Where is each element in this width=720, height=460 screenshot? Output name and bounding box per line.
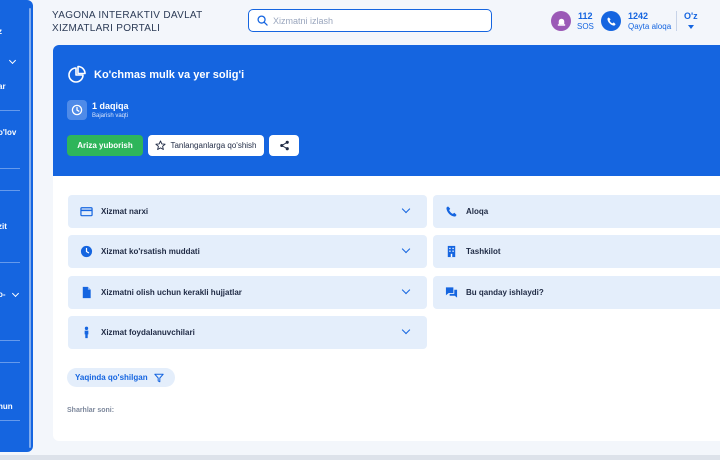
accordion-label: Xizmat narxi [101, 207, 149, 216]
sidebar-item-2[interactable]: ar [0, 82, 31, 91]
search-box[interactable] [248, 9, 492, 32]
accordion-label: Aloqa [466, 207, 489, 216]
chevron-down-icon[interactable] [401, 204, 411, 214]
person-icon [84, 326, 89, 339]
accordion-how-it-works[interactable]: Bu qanday ishlaydi? [433, 276, 720, 309]
star-icon [155, 140, 167, 150]
accordion-organization[interactable]: Tashkilot [433, 235, 720, 268]
credit-card-icon [80, 207, 93, 217]
accordion-contact[interactable]: Aloqa [433, 195, 720, 228]
chevron-down-icon[interactable] [401, 285, 411, 295]
sos-label: SOS [577, 22, 594, 31]
sidebar-item-6[interactable]: hun [0, 402, 31, 411]
chevron-down-icon[interactable] [401, 244, 411, 254]
portal-title-line1: YAGONA INTERAKTIV DAVLAT [52, 10, 203, 21]
header-divider [676, 11, 677, 31]
sidebar-divider [0, 110, 20, 111]
sidebar-divider [0, 420, 20, 421]
window-bottom-edge [0, 455, 720, 460]
accordion-service-users[interactable]: Xizmat foydalanuvchilari [68, 316, 427, 349]
siren-icon [557, 18, 565, 26]
sos-button[interactable] [551, 11, 571, 31]
accordion-label: Xizmat foydalanuvchilari [101, 328, 195, 337]
caret-down-icon[interactable] [688, 25, 694, 29]
phone-icon [446, 206, 457, 217]
accordion-label: Xizmatni olish uchun kerakli hujjatlar [101, 288, 242, 297]
chevron-down-icon[interactable] [8, 56, 17, 65]
accordion-service-duration[interactable]: Xizmat ko'rsatish muddati [68, 235, 427, 268]
pie-chart-icon [68, 65, 86, 83]
portal-title-line2: XIZMATLARI PORTALI [52, 23, 161, 34]
filter-icon [153, 373, 164, 382]
add-to-favorites-label: Tanlanganlarga qo'shish [170, 141, 257, 150]
sidebar-divider [0, 262, 20, 263]
sidebar-item-1[interactable]: z [0, 27, 31, 36]
accordion-required-documents[interactable]: Xizmatni olish uchun kerakli hujjatlar [68, 276, 427, 309]
chevron-down-icon[interactable] [401, 325, 411, 335]
search-icon [257, 15, 268, 26]
add-to-favorites-button[interactable]: Tanlanganlarga qo'shish [148, 135, 264, 156]
search-input[interactable] [273, 15, 473, 26]
share-icon [279, 140, 289, 151]
recently-added-filter[interactable]: Yaqinda qo'shilgan [67, 368, 175, 387]
chat-icon [445, 287, 458, 298]
sos-number[interactable]: 112 [578, 11, 593, 21]
filter-label: Yaqinda qo'shilgan [75, 373, 148, 382]
duration-badge [67, 100, 87, 120]
sidebar-divider [0, 362, 20, 363]
callback-label: Qayta aloqa [628, 22, 672, 31]
clock-icon [71, 104, 83, 116]
clock-icon [80, 245, 93, 258]
sidebar-divider [0, 340, 20, 341]
phone-icon [606, 16, 616, 26]
sidebar-item-4[interactable]: zit [0, 222, 31, 231]
language-selector[interactable]: O'z [684, 11, 698, 21]
accordion-label: Tashkilot [466, 247, 501, 256]
accordion-label: Xizmat ko'rsatish muddati [101, 247, 200, 256]
accordion-service-price[interactable]: Xizmat narxi [68, 195, 427, 228]
document-icon [82, 286, 91, 299]
sidebar-divider [0, 168, 20, 169]
sidebar-divider [0, 190, 20, 191]
service-title: Ko'chmas mulk va yer solig'i [94, 69, 245, 81]
building-icon [447, 245, 456, 258]
comments-count-label: Sharhlar soni: [67, 407, 115, 414]
duration-value: 1 daqiqa [92, 101, 129, 111]
portal-title[interactable]: YAGONA INTERAKTIV DAVLAT XIZMATLARI PORT… [52, 9, 203, 35]
service-banner: Ko'chmas mulk va yer solig'i 1 daqiqa Ba… [53, 45, 720, 176]
sidebar-scrollbar[interactable] [29, 8, 31, 448]
sidebar-item-3[interactable]: o'lov [0, 128, 31, 137]
sidebar: z ar o'lov zit o- hun [0, 0, 33, 452]
accordion-label: Bu qanday ishlaydi? [466, 288, 544, 297]
share-button[interactable] [269, 135, 299, 156]
callback-button[interactable] [601, 11, 621, 31]
submit-application-button[interactable]: Ariza yuborish [67, 135, 143, 156]
duration-label: Bajarish vaqti [92, 113, 129, 119]
callback-number[interactable]: 1242 [628, 11, 648, 21]
